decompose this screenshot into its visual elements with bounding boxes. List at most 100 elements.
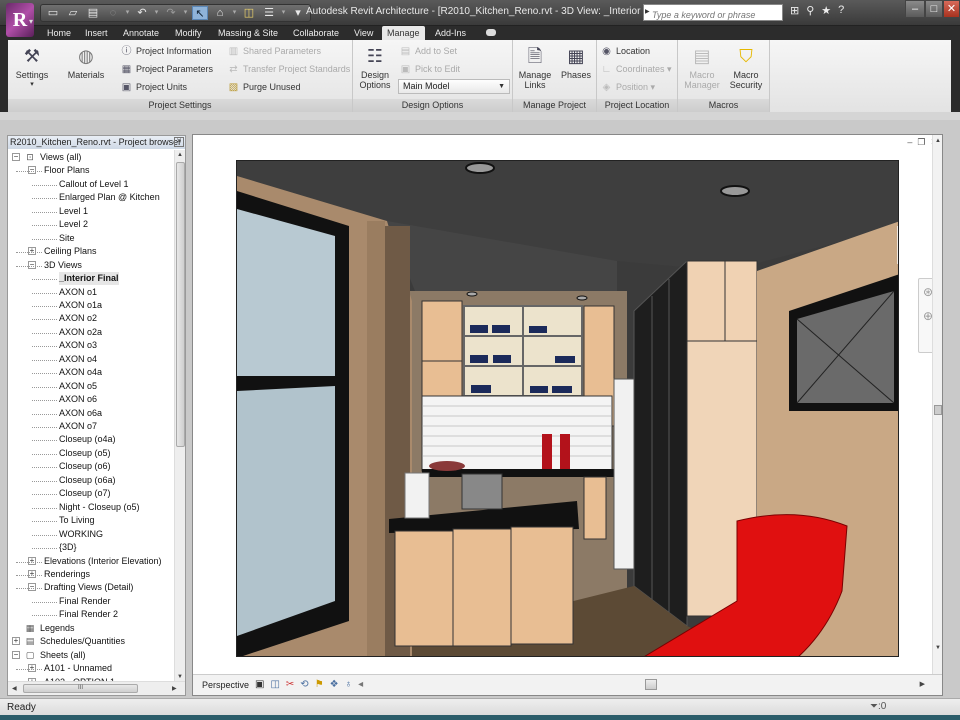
browser-item[interactable]: To Living: [59, 514, 95, 527]
help-icon[interactable]: ?: [838, 4, 844, 17]
browser-item[interactable]: AXON o4: [59, 353, 97, 366]
browser-horizontal-scrollbar[interactable]: ◀ III ▶: [8, 681, 185, 695]
expand-icon[interactable]: +: [28, 556, 36, 565]
browser-item[interactable]: AXON o3: [59, 339, 97, 352]
search-box[interactable]: [643, 4, 783, 23]
tab-modify[interactable]: Modify: [170, 26, 207, 40]
app-menu-arrow-icon[interactable]: ▾: [29, 17, 33, 26]
3d-view-canvas[interactable]: LEFT: [236, 160, 899, 657]
location-button[interactable]: ◉ Location: [600, 43, 650, 59]
browser-item[interactable]: AXON o2: [59, 312, 97, 325]
tab-massing-site[interactable]: Massing & Site: [213, 26, 283, 40]
binoculars-icon[interactable]: ⊞: [790, 4, 799, 17]
scroll-right-icon[interactable]: ▶: [172, 685, 177, 692]
browser-item[interactable]: WORKING: [59, 528, 103, 541]
browser-item[interactable]: Elevations (Interior Elevation): [44, 555, 162, 568]
browser-item[interactable]: _Interior Final: [59, 272, 119, 286]
browser-item[interactable]: Callout of Level 1: [59, 178, 129, 191]
position-button[interactable]: ◈ Position ▾: [600, 79, 655, 95]
browser-item[interactable]: AXON o4a: [59, 366, 102, 379]
browser-scroll-thumb[interactable]: [176, 162, 185, 447]
add-to-set-button[interactable]: ▤ Add to Set: [399, 43, 457, 59]
open-icon[interactable]: ▱: [65, 6, 81, 20]
browser-item[interactable]: Schedules/Quantities: [40, 635, 125, 648]
expand-icon[interactable]: +: [28, 569, 36, 578]
design-options-button[interactable]: ☷ Design Options: [356, 42, 394, 90]
tab-collaborate[interactable]: Collaborate: [288, 26, 344, 40]
browser-item[interactable]: Closeup (o6): [59, 460, 111, 473]
more-icon[interactable]: ◂: [358, 679, 363, 690]
phases-button[interactable]: ▦ Phases: [557, 42, 595, 80]
browser-item[interactable]: Level 1: [59, 205, 88, 218]
lock-view-icon[interactable]: ♁: [345, 679, 353, 690]
expand-icon[interactable]: +: [28, 664, 36, 673]
tab-view[interactable]: View: [349, 26, 378, 40]
sync-icon[interactable]: ◌: [105, 6, 121, 20]
scroll-left-icon[interactable]: ◀: [12, 685, 17, 692]
show-crop-icon[interactable]: ⟲: [300, 679, 308, 690]
browser-item[interactable]: AXON o7: [59, 420, 97, 433]
thin-lines-icon[interactable]: ☰: [261, 6, 277, 20]
browser-item[interactable]: AXON o5: [59, 380, 97, 393]
visual-style-icon[interactable]: ▣: [255, 679, 264, 690]
browser-item[interactable]: Final Render: [59, 595, 111, 608]
shared-parameters-button[interactable]: ▥ Shared Parameters: [227, 43, 321, 59]
scroll-down-icon[interactable]: ▼: [177, 674, 183, 680]
selection-filter[interactable]: ⏷:0: [870, 701, 886, 712]
browser-vertical-scrollbar[interactable]: ▲ ▼: [174, 150, 185, 682]
reveal-hidden-icon[interactable]: ❖: [330, 679, 339, 690]
minimize-button[interactable]: –: [905, 0, 925, 18]
browser-item[interactable]: Drafting Views (Detail): [44, 581, 133, 594]
browser-item[interactable]: A101 - Unnamed: [44, 662, 112, 675]
customize-icon[interactable]: ▾: [290, 6, 306, 20]
viewcube[interactable]: LEFT: [897, 226, 898, 264]
view-scroll-right-icon[interactable]: ▶: [920, 680, 925, 688]
browser-item[interactable]: Closeup (o5): [59, 447, 111, 460]
materials-button[interactable]: ◍ Materials: [64, 42, 108, 80]
browser-item[interactable]: AXON o6: [59, 393, 97, 406]
save-icon[interactable]: ▤: [85, 6, 101, 20]
view-scroll-up-icon[interactable]: ▲: [935, 138, 941, 144]
new-icon[interactable]: ▭: [45, 6, 61, 20]
purge-unused-button[interactable]: ▧ Purge Unused: [227, 79, 301, 95]
browser-item[interactable]: Renderings: [44, 568, 90, 581]
transfer-project-standards-button[interactable]: ⇄ Transfer Project Standards: [227, 61, 350, 77]
undo-dropdown-icon[interactable]: ▾: [154, 6, 159, 20]
select-icon[interactable]: ↖: [192, 6, 208, 20]
browser-hscroll-thumb[interactable]: III: [23, 684, 138, 693]
browser-item[interactable]: Floor Plans: [44, 164, 90, 177]
browser-item[interactable]: AXON o1: [59, 286, 97, 299]
scroll-up-icon[interactable]: ▲: [177, 152, 183, 158]
macro-manager-button[interactable]: ▤ Macro Manager: [681, 42, 723, 90]
tab-add-ins[interactable]: Add-Ins: [430, 26, 471, 40]
view-minimize-icon[interactable]: –: [907, 137, 912, 148]
settings-button[interactable]: ⚒ Settings ▾: [12, 42, 52, 90]
browser-item[interactable]: Final Render 2: [59, 608, 118, 621]
browser-item[interactable]: Site: [59, 232, 75, 245]
project-browser-close-icon[interactable]: ✕: [174, 137, 184, 147]
redo-icon[interactable]: ↷: [163, 6, 179, 20]
browser-item[interactable]: Views (all): [40, 151, 81, 164]
collapse-icon[interactable]: −: [12, 153, 20, 161]
browser-item[interactable]: AXON o2a: [59, 326, 102, 339]
tab-annotate[interactable]: Annotate: [118, 26, 164, 40]
tab-home[interactable]: Home: [42, 26, 76, 40]
browser-item[interactable]: AXON o6a: [59, 407, 102, 420]
browser-item[interactable]: Closeup (o7): [59, 487, 111, 500]
browser-item[interactable]: AXON o1a: [59, 299, 102, 312]
tab-insert[interactable]: Insert: [80, 26, 113, 40]
browser-item[interactable]: 3D Views: [44, 259, 82, 272]
view-hscroll-thumb[interactable]: [645, 679, 657, 690]
browser-item[interactable]: Ceiling Plans: [44, 245, 97, 258]
manage-links-button[interactable]: 🗎 Manage Links: [516, 42, 554, 90]
collapse-icon[interactable]: −: [12, 650, 20, 659]
3d-dropdown-icon[interactable]: ▾: [232, 6, 237, 20]
close-button[interactable]: ✕: [943, 0, 960, 18]
collapse-icon[interactable]: −: [28, 583, 36, 592]
tab-manage[interactable]: Manage: [382, 26, 425, 40]
browser-item[interactable]: Sheets (all): [40, 649, 86, 662]
coordinates-button[interactable]: ∟ Coordinates ▾: [600, 61, 672, 77]
search-input[interactable]: [644, 7, 782, 23]
section-box-icon[interactable]: ◫: [241, 6, 257, 20]
project-parameters-button[interactable]: ▦ Project Parameters: [120, 61, 213, 77]
